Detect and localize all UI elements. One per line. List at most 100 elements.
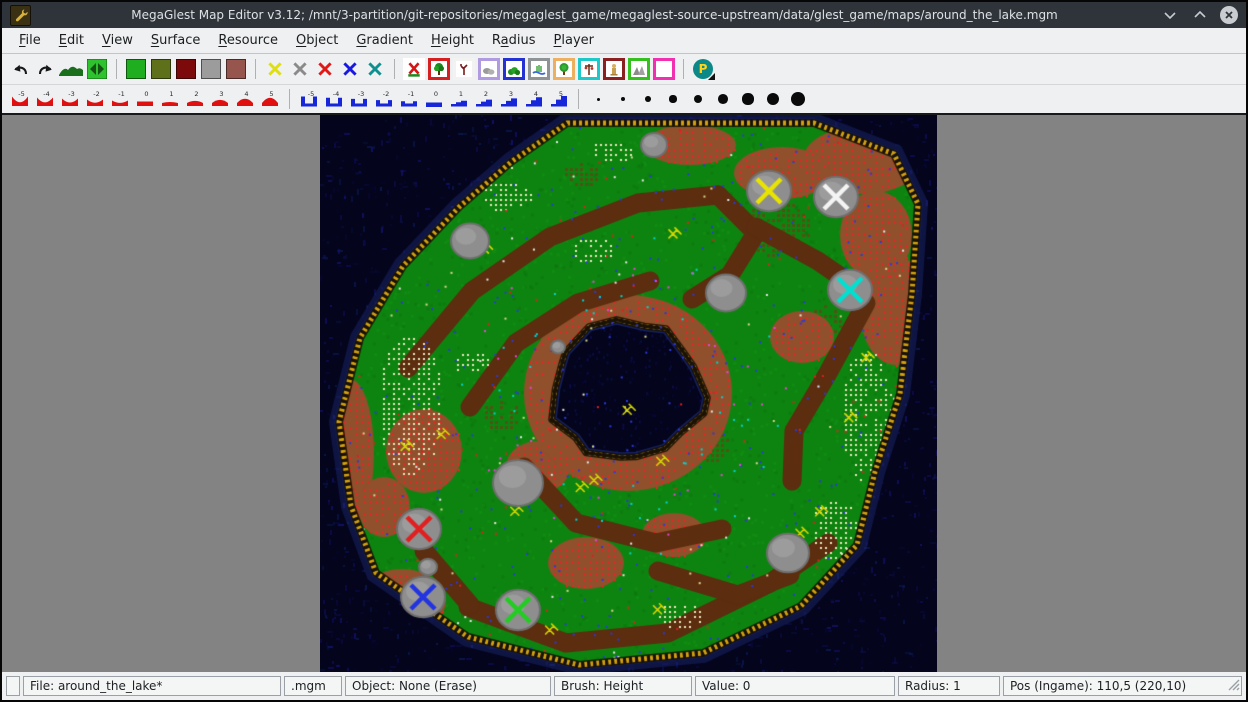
menu-view[interactable]: View (93, 31, 142, 50)
undo-button[interactable] (8, 56, 32, 82)
object-none-erase-button[interactable] (402, 56, 426, 82)
height-brush--2-button[interactable]: -2 (83, 86, 107, 112)
title-bar[interactable]: MegaGlest Map Editor v3.12; /mnt/3-parti… (2, 2, 1246, 28)
status-value: Value: 0 (695, 676, 895, 696)
radius-2-dot (621, 97, 625, 101)
close-button[interactable] (1220, 6, 1238, 24)
surface-road-button[interactable] (174, 56, 198, 82)
svg-text:2: 2 (484, 90, 488, 98)
object-big-tree-button[interactable] (552, 56, 576, 82)
radius-1-button[interactable] (586, 86, 610, 112)
map-canvas[interactable] (320, 115, 937, 672)
svg-text:-3: -3 (358, 90, 364, 98)
object-invisible-blocking-button[interactable] (652, 56, 676, 82)
svg-text:0: 0 (144, 90, 148, 98)
gradient-brush--2-button[interactable]: -2 (372, 86, 396, 112)
gradient-brush-2-button[interactable]: 2 (472, 86, 496, 112)
menu-player[interactable]: Player (545, 31, 603, 50)
swap-surfaces-button[interactable] (85, 56, 109, 82)
menu-radius[interactable]: Radius (483, 31, 545, 50)
gradient-brush-3-button[interactable]: 3 (497, 86, 521, 112)
radius-5-button[interactable] (686, 86, 710, 112)
svg-text:1: 1 (169, 90, 173, 98)
object-hanged-impaled-icon (578, 58, 600, 80)
resource-custom-1-button[interactable] (313, 56, 337, 82)
resource-gold-button[interactable] (263, 56, 287, 82)
gradient-brush-4-button[interactable]: 4 (522, 86, 546, 112)
menu-object[interactable]: Object (287, 31, 347, 50)
gradient-brush--4-button[interactable]: -4 (322, 86, 346, 112)
minimize-button[interactable] (1158, 5, 1182, 25)
height-brush-2-button[interactable]: 2 (183, 86, 207, 112)
radius-2-button[interactable] (611, 86, 635, 112)
object-dead-tree-button[interactable] (452, 56, 476, 82)
menu-surface[interactable]: Surface (142, 31, 210, 50)
svg-text:-1: -1 (408, 90, 414, 98)
menu-height[interactable]: Height (422, 31, 483, 50)
svg-text:3: 3 (219, 90, 223, 98)
surface-ground-button[interactable] (224, 56, 248, 82)
radius-7-button[interactable] (736, 86, 760, 112)
smooth-terrain-button[interactable] (58, 56, 84, 82)
resource-custom-2-button[interactable] (338, 56, 362, 82)
resource-custom-3-button[interactable] (363, 56, 387, 82)
surface-secondary-grass-button[interactable] (149, 56, 173, 82)
svg-text:5: 5 (269, 90, 273, 98)
surface-road-swatch (176, 59, 196, 79)
player-brush-button[interactable]: P (691, 56, 715, 82)
object-tree-button[interactable] (427, 56, 451, 82)
menu-edit[interactable]: Edit (50, 31, 93, 50)
object-hanged-impaled-button[interactable] (577, 56, 601, 82)
height-brush-4-button[interactable]: 4 (233, 86, 257, 112)
menu-resource[interactable]: Resource (209, 31, 287, 50)
height-brush--3-button[interactable]: -3 (58, 86, 82, 112)
radius-8-button[interactable] (761, 86, 785, 112)
object-big-rock-button[interactable] (627, 56, 651, 82)
radius-4-button[interactable] (661, 86, 685, 112)
height-brush-5-button[interactable]: 5 (258, 86, 282, 112)
surface-grass-button[interactable] (124, 56, 148, 82)
gradient-brush--5-button[interactable]: -5 (297, 86, 321, 112)
gradient-brush-5-button[interactable]: 5 (547, 86, 571, 112)
gradient-brush-1-button[interactable]: 1 (447, 86, 471, 112)
status-edge-spacer (6, 676, 20, 696)
menu-file[interactable]: File (10, 31, 50, 50)
svg-text:-5: -5 (18, 90, 24, 98)
svg-text:-1: -1 (118, 90, 124, 98)
status-file: File: around_the_lake* (23, 676, 281, 696)
radius-3-button[interactable] (636, 86, 660, 112)
height-brush--4-button[interactable]: -4 (33, 86, 57, 112)
resize-grip[interactable] (1227, 678, 1240, 694)
radius-5-dot (694, 95, 702, 103)
height-brush--5-button[interactable]: -5 (8, 86, 32, 112)
radius-6-dot (718, 94, 728, 104)
radius-1-dot (597, 98, 600, 101)
radius-6-button[interactable] (711, 86, 735, 112)
height-brush-1-button[interactable]: 1 (158, 86, 182, 112)
object-statues-button[interactable] (602, 56, 626, 82)
menu-gradient[interactable]: Gradient (347, 31, 422, 50)
surface-stone-button[interactable] (199, 56, 223, 82)
gradient-brush-0-button[interactable]: 0 (422, 86, 446, 112)
gradient-brush--3-button[interactable]: -3 (347, 86, 371, 112)
radius-7-dot (742, 93, 753, 104)
menu-bar: FileEditViewSurfaceResourceObjectGradien… (2, 28, 1246, 54)
surface-stone-swatch (201, 59, 221, 79)
resource-stone-button[interactable] (288, 56, 312, 82)
object-bush-button[interactable] (502, 56, 526, 82)
radius-9-button[interactable] (786, 86, 810, 112)
gradient-brush--1-button[interactable]: -1 (397, 86, 421, 112)
redo-button[interactable] (33, 56, 57, 82)
object-bush-icon (503, 58, 525, 80)
height-brush-3-button[interactable]: 3 (208, 86, 232, 112)
status-extension: .mgm (284, 676, 342, 696)
radius-4-dot (669, 95, 676, 102)
toolbar-main: P (2, 54, 1246, 85)
object-water-object-button[interactable] (527, 56, 551, 82)
height-brush-0-button[interactable]: 0 (133, 86, 157, 112)
toolbar-separator (578, 89, 579, 109)
height-brush--1-button[interactable]: -1 (108, 86, 132, 112)
object-stone-button[interactable] (477, 56, 501, 82)
object-invisible-blocking-icon (653, 58, 675, 80)
maximize-button[interactable] (1188, 5, 1212, 25)
